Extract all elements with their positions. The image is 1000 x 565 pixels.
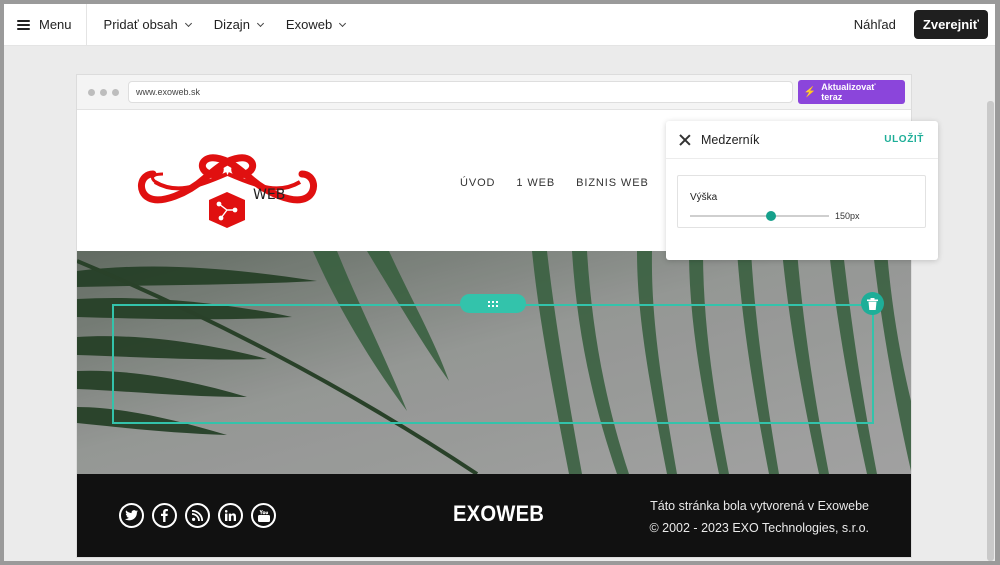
editor-frame: Menu Pridať obsah Dizajn Exoweb Náhľad Z… (4, 4, 995, 561)
site-dropdown[interactable]: Exoweb (285, 17, 347, 32)
menu-button[interactable]: Menu (4, 4, 87, 46)
copyright-text: © 2002 - 2023 EXO Technologies, s.r.o. (649, 521, 869, 535)
preview-button[interactable]: Náhľad (854, 17, 896, 32)
scrollbar[interactable] (986, 46, 995, 561)
youtube-icon[interactable] (251, 503, 276, 528)
editor-toolbar: Menu Pridať obsah Dizajn Exoweb Náhľad Z… (4, 4, 995, 46)
height-setting: Výška 150px (677, 175, 926, 228)
chevron-down-icon (184, 19, 192, 27)
twitter-icon[interactable] (119, 503, 144, 528)
linkedin-icon[interactable] (218, 503, 243, 528)
rss-icon[interactable] (185, 503, 210, 528)
window-dot (112, 88, 119, 96)
logo-text: WEB (253, 187, 286, 203)
height-label: Výška (690, 192, 718, 203)
height-value: 150px (835, 211, 860, 221)
window-dot (100, 88, 107, 96)
lightning-icon: ⚡ (803, 86, 817, 98)
add-content-dropdown[interactable]: Pridať obsah (103, 17, 192, 32)
menu-label: Menu (39, 17, 72, 32)
panel-header: Medzerník ULOŽIŤ (666, 121, 938, 159)
hamburger-icon (17, 19, 30, 30)
site-footer: EXOWEB Táto stránka bola vytvorená v Exo… (77, 474, 911, 557)
panel-title: Medzerník (701, 132, 760, 147)
browser-address-bar: www.exoweb.sk ⚡ Aktualizovať teraz (77, 75, 911, 110)
chevron-down-icon (339, 19, 347, 27)
footer-brand: EXOWEB (453, 501, 545, 526)
update-now-button[interactable]: ⚡ Aktualizovať teraz (797, 80, 906, 104)
design-label: Dizajn (213, 17, 250, 32)
close-icon[interactable] (679, 134, 691, 146)
save-button[interactable]: ULOŽIŤ (884, 134, 924, 145)
height-slider[interactable] (690, 211, 829, 221)
design-dropdown[interactable]: Dizajn (213, 17, 264, 32)
footer-info: Táto stránka bola vytvorená v Exowebe © … (649, 495, 869, 539)
social-links (119, 503, 276, 528)
delete-block-button[interactable] (861, 292, 884, 315)
publish-button[interactable]: Zverejniť (913, 10, 988, 39)
window-dot (88, 88, 95, 96)
url-field[interactable]: www.exoweb.sk (128, 81, 793, 103)
site-nav-item-home[interactable]: ÚVOD (460, 177, 495, 189)
grip-icon (488, 300, 498, 307)
hero-section (77, 251, 911, 474)
slider-thumb[interactable] (765, 211, 776, 221)
facebook-icon[interactable] (152, 503, 177, 528)
site-nav-item-1web[interactable]: 1 WEB (516, 177, 555, 189)
scrollbar-thumb[interactable] (987, 101, 994, 561)
spacer-block[interactable] (112, 304, 874, 424)
drag-handle[interactable] (460, 294, 526, 313)
exoweb-logo[interactable] (135, 144, 320, 234)
site-label: Exoweb (285, 17, 333, 32)
spacer-settings-panel: Medzerník ULOŽIŤ Výška 150px (666, 121, 938, 260)
chevron-down-icon (256, 19, 264, 27)
site-nav-item-business-web[interactable]: BIZNIS WEB (576, 177, 649, 189)
site-nav: ÚVOD 1 WEB BIZNIS WEB MA (460, 177, 688, 189)
trash-icon (867, 297, 878, 310)
made-with-text: Táto stránka bola vytvorená v Exowebe (650, 499, 869, 513)
add-content-label: Pridať obsah (103, 17, 178, 32)
update-now-label: Aktualizovať teraz (821, 82, 876, 102)
